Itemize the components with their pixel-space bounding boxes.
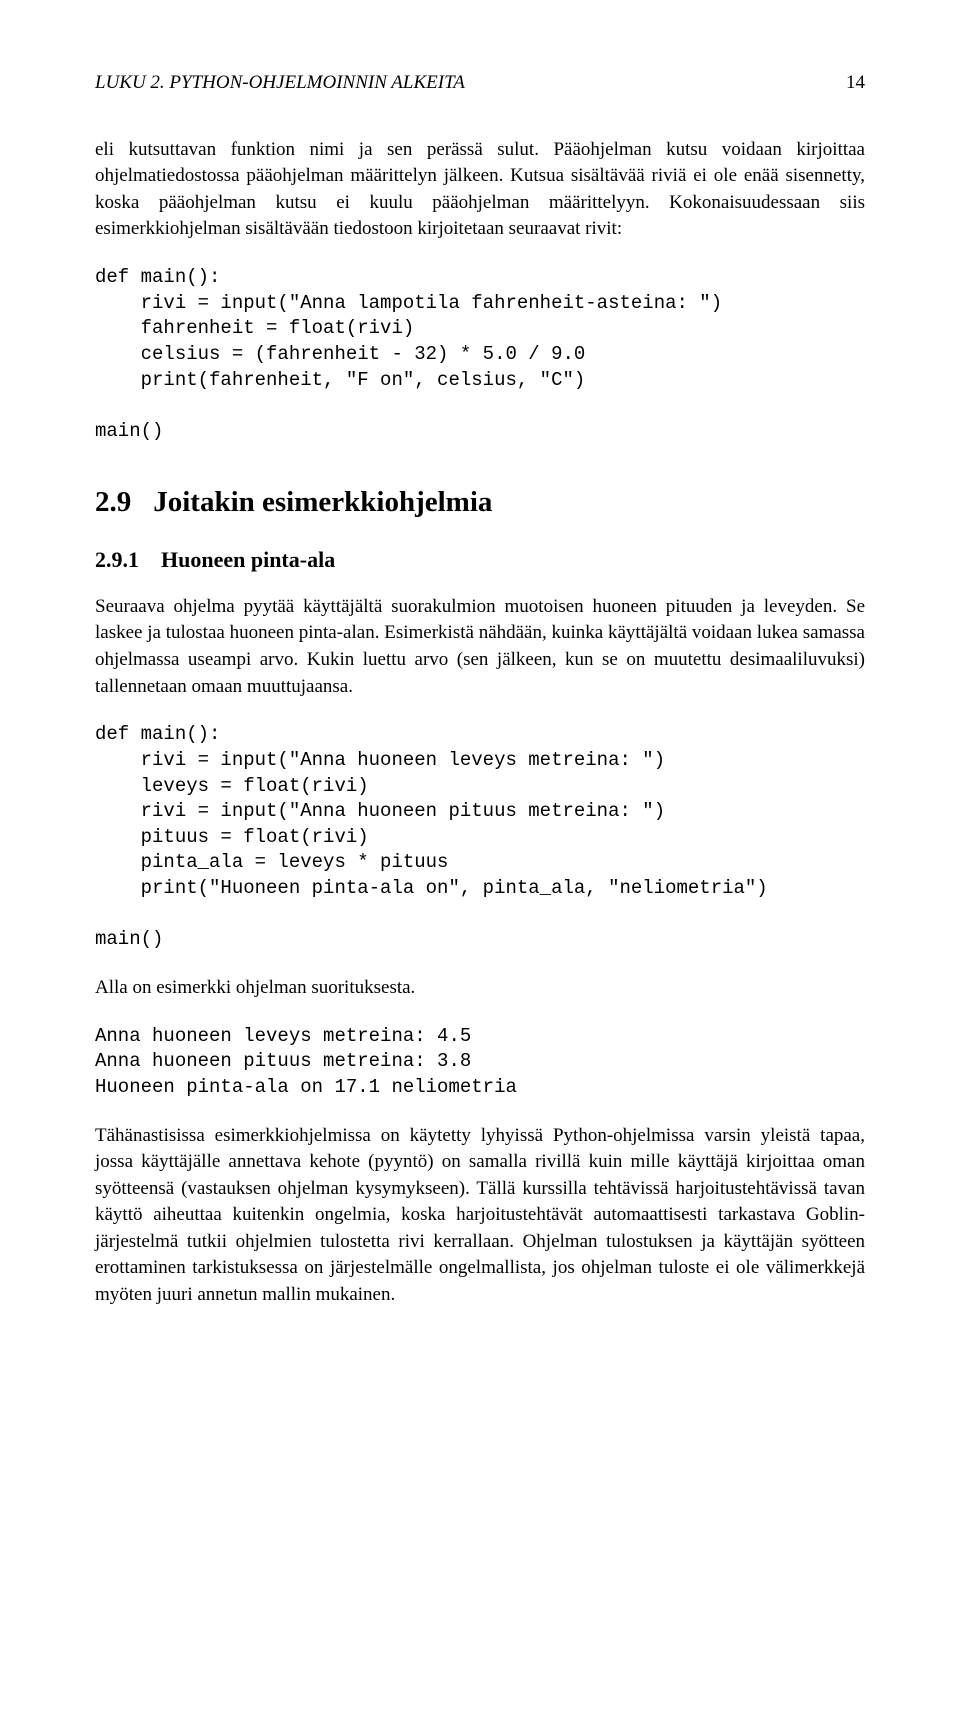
subsection-title: Huoneen pinta-ala [161,547,335,572]
paragraph-goblin-note: Tähänastisissa esimerkkiohjelmissa on kä… [95,1123,865,1309]
paragraph-room-area-intro: Seuraava ohjelma pyytää käyttäjältä suor… [95,594,865,700]
page: LUKU 2. PYTHON-OHJELMOINNIN ALKEITA 14 e… [0,0,960,1379]
header-chapter: LUKU 2. PYTHON-OHJELMOINNIN ALKEITA [95,70,465,97]
paragraph-example-run-intro: Alla on esimerkki ohjelman suorituksesta… [95,975,865,1002]
code-block-room-area: def main(): rivi = input("Anna huoneen l… [95,722,865,953]
header-page-number: 14 [846,70,865,97]
subsection-number: 2.9.1 [95,547,139,572]
page-header: LUKU 2. PYTHON-OHJELMOINNIN ALKEITA 14 [95,70,865,97]
section-heading: 2.9 Joitakin esimerkkiohjelmia [95,482,865,523]
code-block-fahrenheit: def main(): rivi = input("Anna lampotila… [95,265,865,444]
paragraph-intro: eli kutsuttavan funktion nimi ja sen per… [95,137,865,243]
subsection-heading: 2.9.1 Huoneen pinta-ala [95,545,865,576]
section-title: Joitakin esimerkkiohjelmia [153,486,492,518]
section-number: 2.9 [95,486,131,518]
code-block-example-run: Anna huoneen leveys metreina: 4.5 Anna h… [95,1024,865,1101]
